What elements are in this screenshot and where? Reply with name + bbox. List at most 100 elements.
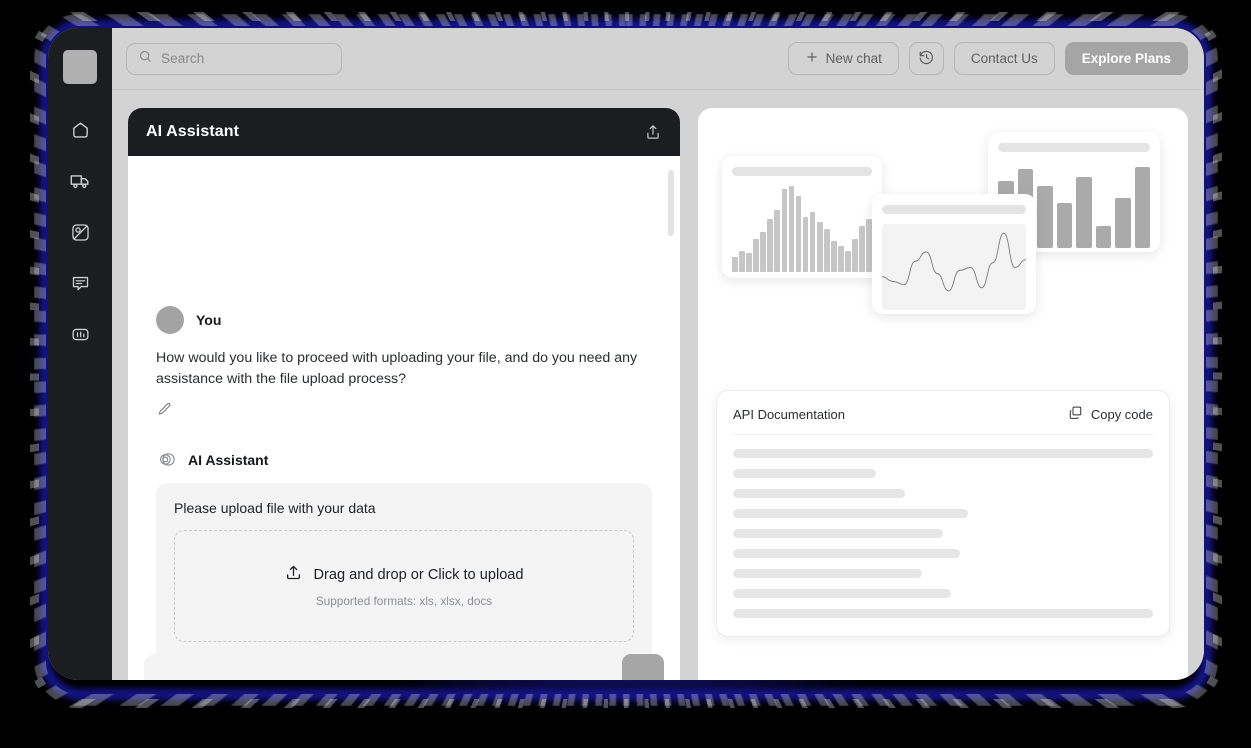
chart-bar (774, 210, 781, 272)
dropzone-formats: Supported formats: xls, xlsx, docs (315, 594, 493, 609)
sidebar-item-analytics[interactable] (64, 318, 96, 350)
sidebar-item-messages[interactable] (64, 267, 96, 299)
app-logo[interactable] (63, 50, 97, 84)
skeleton-line (733, 609, 1153, 618)
contact-us-button[interactable]: Contact Us (953, 42, 1055, 75)
chart-bar (838, 246, 844, 272)
bar-chart-icon (70, 324, 91, 345)
histogram-plot (732, 186, 873, 272)
new-chat-button[interactable]: New chat (787, 42, 899, 75)
top-bar: Search New chat Contact Us Explore Plans (112, 28, 1204, 90)
new-chat-label: New chat (825, 51, 882, 66)
message-input[interactable] (144, 654, 612, 680)
plus-icon (805, 50, 819, 67)
chart-bar (809, 211, 816, 272)
main-column: Search New chat Contact Us Explore Plans… (112, 28, 1204, 680)
ai-assistant-icon (156, 449, 178, 471)
chat-message-assistant: AI Assistant Please upload file with you… (156, 449, 652, 680)
chat-history-button[interactable] (908, 42, 944, 75)
chat-panel: AI Assistant You How would you like to p… (128, 108, 680, 680)
chart-bar (781, 189, 788, 272)
skeleton-line (733, 569, 922, 578)
map-pin-icon (70, 222, 91, 243)
copy-code-label: Copy code (1090, 406, 1153, 422)
chat-bubble-icon (70, 273, 91, 294)
chart-bar (1056, 203, 1072, 248)
api-documentation-card: API Documentation Copy code (716, 390, 1170, 637)
chart-bar (852, 239, 858, 272)
chart-bar (816, 222, 823, 272)
chart-bar (1095, 225, 1111, 248)
message-author-row: You (156, 306, 652, 334)
chart-card-histogram[interactable] (722, 156, 882, 278)
content-area: AI Assistant You How would you like to p… (112, 90, 1204, 680)
dropzone-label: Drag and drop or Click to upload (313, 567, 524, 584)
home-icon (70, 120, 91, 141)
chart-bar (845, 251, 851, 272)
chat-scroll-area[interactable]: You How would you like to proceed with u… (128, 156, 680, 680)
skeleton-line (733, 449, 1153, 458)
chart-bar (760, 232, 766, 272)
chart-bar (788, 186, 795, 272)
chart-title-placeholder (998, 143, 1150, 152)
chart-bar (1115, 198, 1131, 248)
chart-bar (802, 216, 809, 272)
chart-bar (859, 225, 865, 272)
skeleton-line (733, 589, 952, 598)
copy-icon (1068, 405, 1083, 423)
chart-bar (831, 241, 837, 272)
doc-card-title: API Documentation (733, 406, 846, 422)
chart-bar (767, 218, 773, 272)
search-placeholder: Search (161, 51, 205, 66)
chart-bar (753, 239, 759, 272)
message-author: AI Assistant (188, 451, 269, 468)
skeleton-line (733, 529, 943, 538)
sidebar-item-home[interactable] (64, 114, 96, 146)
chart-bar (795, 196, 802, 272)
skeleton-line (733, 469, 876, 478)
message-author: You (196, 312, 222, 328)
chart-bar (1076, 177, 1092, 248)
message-actions (156, 401, 652, 423)
search-icon (138, 49, 153, 69)
chat-scrollbar-thumb[interactable] (668, 170, 674, 236)
sidebar-item-map[interactable] (64, 216, 96, 248)
chat-header: AI Assistant (128, 108, 680, 156)
chart-card-line[interactable] (872, 194, 1036, 314)
upload-card-title: Please upload file with your data (174, 499, 376, 516)
upload-icon (284, 563, 303, 587)
dropzone-prompt: Drag and drop or Click to upload (284, 563, 524, 587)
edit-pencil-icon[interactable] (156, 401, 173, 423)
upload-request-card: Please upload file with your data Drag a… (156, 482, 652, 680)
contact-us-label: Contact Us (970, 51, 1038, 66)
chat-title: AI Assistant (146, 123, 240, 140)
chat-scrollbar[interactable] (668, 166, 674, 680)
message-author-row: AI Assistant (156, 449, 652, 471)
chart-previews (716, 124, 1170, 420)
chat-composer (128, 654, 680, 680)
share-icon[interactable] (644, 123, 662, 141)
chart-bar (1037, 186, 1053, 248)
chart-bar (824, 229, 830, 272)
send-button[interactable] (622, 654, 664, 680)
clock-rewind-icon (918, 49, 935, 69)
chat-message-user: You How would you like to proceed with u… (156, 306, 652, 423)
chart-bar (732, 256, 738, 272)
app-window: Search New chat Contact Us Explore Plans… (48, 28, 1204, 680)
chart-bar (746, 253, 752, 272)
sidebar-item-shipments[interactable] (64, 165, 96, 197)
chart-title-placeholder (882, 205, 1026, 214)
skeleton-line (733, 549, 960, 558)
search-input[interactable]: Search (126, 42, 342, 75)
chart-bar (739, 251, 745, 272)
copy-code-button[interactable]: Copy code (1068, 405, 1153, 423)
explore-plans-button[interactable]: Explore Plans (1064, 42, 1188, 75)
chart-bar (1134, 167, 1150, 248)
explore-plans-label: Explore Plans (1081, 51, 1171, 66)
chart-title-placeholder (732, 167, 872, 176)
line-chart-svg (882, 232, 1026, 292)
file-dropzone[interactable]: Drag and drop or Click to upload Support… (174, 529, 634, 642)
skeleton-line (733, 509, 969, 518)
message-text: How would you like to proceed with uploa… (156, 350, 638, 388)
truck-icon (69, 170, 91, 192)
